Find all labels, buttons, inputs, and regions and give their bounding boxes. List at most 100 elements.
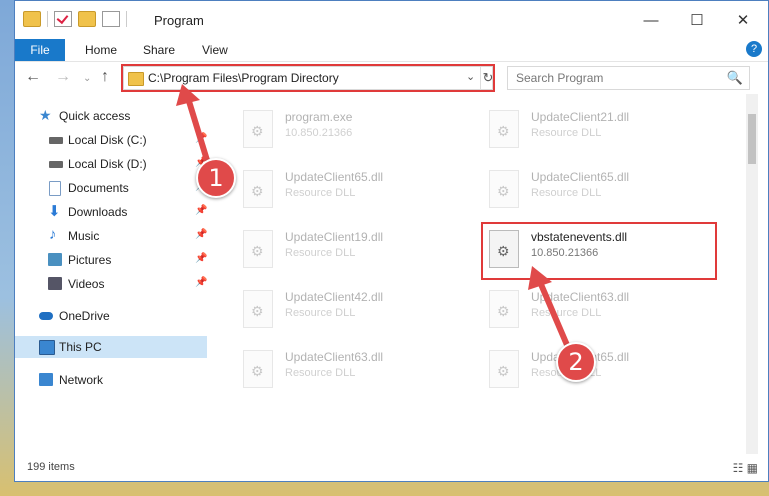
computer-icon [39,340,55,355]
pin-icon[interactable]: 📌 [195,229,207,240]
file-highlight [481,222,717,280]
divider [126,11,127,27]
ribbon-tabs: File Home Share View ? [15,39,768,62]
sidebar-item-this-pc[interactable]: This PC [15,336,207,358]
drive-icon [49,137,63,144]
sidebar-item-label: Network [59,373,104,387]
search-placeholder: Search Program [516,71,604,85]
star-icon: ★ [39,107,52,123]
cloud-icon [39,312,53,320]
divider [47,11,48,27]
file-item[interactable]: UpdateClient42.dll Resource DLL [233,282,473,338]
new-folder-icon[interactable] [78,11,96,27]
minimize-button[interactable]: — [628,1,674,39]
sidebar-item-label: Music [68,229,100,243]
close-button[interactable]: ✕ [720,1,766,39]
status-bar: 199 items ☷ ▦ [15,455,768,481]
maximize-button[interactable]: ☐ [674,1,720,39]
pin-icon[interactable]: 📌 [195,133,207,144]
sidebar-item-label: Local Disk (D:) [68,157,147,171]
file-type: Resource DLL [531,307,602,319]
sidebar-item-local-disk-d[interactable]: Local Disk (D:) 📌 [15,153,207,175]
document-icon [49,181,61,196]
step-marker-2: 2 [556,342,596,382]
up-button[interactable]: ↑ [101,68,109,86]
tab-share[interactable]: Share [143,39,175,61]
search-icon: 🔍 [726,70,743,85]
network-icon [39,373,53,386]
file-name: UpdateClient65.dll [531,170,630,184]
file-item[interactable]: UpdateClient65.dll Resource DLL [479,342,719,398]
pictures-icon [48,253,62,266]
file-icon [489,350,519,388]
file-item[interactable]: UpdateClient65.dll Resource DLL [233,162,473,218]
sidebar-item-quick-access[interactable]: ★ Quick access [15,105,207,127]
file-icon [243,350,273,388]
file-type: Resource DLL [531,187,602,199]
file-item[interactable]: UpdateClient19.dll Resource DLL [233,222,473,278]
sidebar-item-label: Downloads [68,205,128,219]
sidebar-item-onedrive[interactable]: OneDrive [15,305,207,327]
sidebar-item-local-disk-c[interactable]: Local Disk (C:) 📌 [15,129,207,151]
file-item[interactable]: UpdateClient21.dll Resource DLL [479,102,719,158]
pin-icon[interactable]: 📌 [195,253,207,264]
file-list: program.exe 10.850.21366 UpdateClient21.… [211,94,745,454]
sidebar-item-documents[interactable]: Documents 📌 [15,177,207,199]
file-icon [489,110,519,148]
file-name: program.exe [285,110,353,124]
file-icon [243,290,273,328]
sidebar-item-videos[interactable]: Videos 📌 [15,273,207,295]
file-item[interactable]: UpdateClient65.dll Resource DLL [479,162,719,218]
recent-dropdown[interactable]: ⌄ [83,73,91,84]
download-icon: ⬇ [48,203,61,220]
folder-icon[interactable] [23,11,41,27]
view-toggle-icons[interactable]: ☷ ▦ [733,461,758,475]
forward-button[interactable]: → [55,68,71,86]
window-title: Program [154,13,204,28]
pin-icon[interactable]: 📌 [195,277,207,288]
properties-icon[interactable] [54,11,72,27]
file-item[interactable]: UpdateClient63.dll Resource DLL [233,342,473,398]
explorer-window: Program — ☐ ✕ File Home Share View ? ← →… [14,0,769,482]
tab-file[interactable]: File [15,39,65,61]
search-input[interactable]: Search Program 🔍 [507,66,750,90]
sidebar-item-label: This PC [59,340,102,354]
video-icon [48,277,62,290]
file-item[interactable]: UpdateClient63.dll Resource DLL [479,282,719,338]
address-highlight [121,64,495,92]
sidebar-item-label: Videos [68,277,105,291]
sidebar-item-label: Local Disk (C:) [68,133,147,147]
quick-access-toolbar [23,11,127,27]
customize-icon[interactable] [102,11,120,27]
file-type: Resource DLL [285,187,356,199]
tab-view[interactable]: View [202,39,228,61]
file-type: Resource DLL [285,247,356,259]
file-name: UpdateClient63.dll [531,290,630,304]
step-marker-1: 1 [196,158,236,198]
file-version: 10.850.21366 [285,127,353,139]
sidebar-item-network[interactable]: Network [15,369,207,391]
drive-icon [49,161,63,168]
file-icon [243,110,273,148]
sidebar-item-pictures[interactable]: Pictures 📌 [15,249,207,271]
vertical-scrollbar[interactable] [746,94,758,454]
file-icon [489,170,519,208]
sidebar-item-music[interactable]: ♪ Music 📌 [15,225,207,247]
file-icon [243,170,273,208]
item-count: 199 items [27,461,75,473]
file-name: UpdateClient63.dll [285,350,384,364]
file-icon [489,290,519,328]
pin-icon[interactable]: 📌 [195,205,207,216]
file-type: Resource DLL [285,307,356,319]
back-button[interactable]: ← [25,68,41,86]
navigation-pane: ★ Quick access Local Disk (C:) 📌 Local D… [15,94,210,454]
scrollbar-thumb[interactable] [748,114,756,164]
tab-home[interactable]: Home [85,39,117,61]
file-name: UpdateClient42.dll [285,290,384,304]
sidebar-item-downloads[interactable]: ⬇ Downloads 📌 [15,201,207,223]
sidebar-item-label: OneDrive [59,309,110,323]
file-item[interactable]: program.exe 10.850.21366 [233,102,473,158]
sidebar-item-label: Quick access [59,109,131,123]
help-icon[interactable]: ? [746,41,762,57]
title-bar: Program — ☐ ✕ [15,1,768,39]
